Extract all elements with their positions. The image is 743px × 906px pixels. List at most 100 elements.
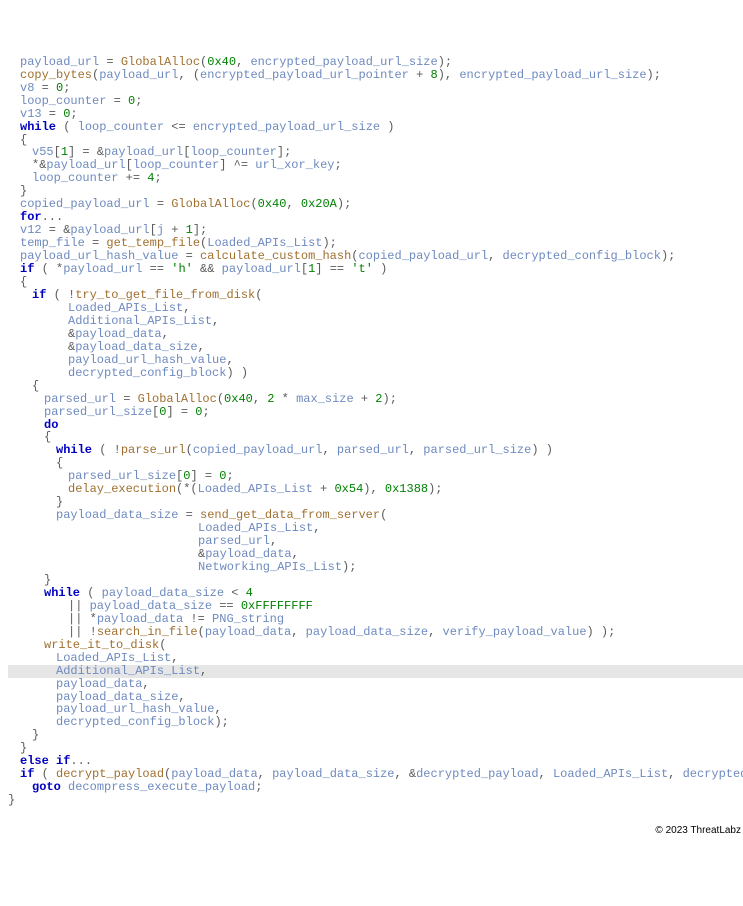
token-var: parsed_url_size bbox=[44, 405, 152, 419]
token-num: 2 bbox=[375, 392, 382, 406]
token-punc: = bbox=[150, 197, 172, 211]
token-fn: GlobalAlloc bbox=[138, 392, 217, 406]
token-punc: { bbox=[32, 379, 39, 393]
code-line: decrypted_config_block); bbox=[8, 716, 743, 729]
token-punc: , bbox=[270, 534, 277, 548]
token-var: decompress_execute_payload bbox=[68, 780, 255, 794]
token-kw: if bbox=[20, 767, 34, 781]
token-kw: while bbox=[56, 443, 92, 457]
token-var: decrypted_config_block bbox=[503, 249, 661, 263]
token-var: PNG_string bbox=[212, 612, 284, 626]
code-line: do bbox=[8, 419, 743, 432]
token-punc: } bbox=[32, 728, 39, 742]
token-punc: < bbox=[224, 586, 246, 600]
token-var: payload_data_size bbox=[75, 340, 197, 354]
token-punc: = bbox=[99, 55, 121, 69]
token-punc: ( bbox=[159, 638, 166, 652]
token-punc: ( bbox=[186, 443, 193, 457]
token-punc: ); bbox=[342, 560, 356, 574]
code-line: parsed_url_size[0] = 0; bbox=[8, 406, 743, 419]
token-num: 0x54 bbox=[334, 482, 363, 496]
token-punc: , bbox=[286, 197, 300, 211]
token-var: Networking_APIs_List bbox=[198, 560, 342, 574]
token-var: loop_counter bbox=[133, 158, 219, 172]
token-fn: copy_bytes bbox=[20, 68, 92, 82]
token-var: payload_data bbox=[171, 767, 257, 781]
token-var: payload_data_size bbox=[56, 690, 178, 704]
token-var: payload_data bbox=[56, 677, 142, 691]
code-line: Loaded_APIs_List, bbox=[8, 522, 743, 535]
token-punc: && bbox=[193, 262, 222, 276]
token-punc: == bbox=[142, 262, 171, 276]
token-punc: *& bbox=[32, 158, 46, 172]
token-punc: , bbox=[253, 392, 267, 406]
token-var: copied_payload_url bbox=[193, 443, 323, 457]
token-punc: , bbox=[171, 651, 178, 665]
token-punc: } bbox=[8, 793, 15, 807]
token-punc: ); bbox=[214, 715, 228, 729]
token-kw: for bbox=[20, 210, 42, 224]
token-fn: delay_execution bbox=[68, 482, 176, 496]
token-punc: [ bbox=[150, 223, 157, 237]
token-var: payload_url bbox=[20, 55, 99, 69]
token-punc: , bbox=[198, 340, 205, 354]
token-punc: != bbox=[183, 612, 212, 626]
token-punc: = bbox=[106, 94, 128, 108]
token-punc: || * bbox=[68, 612, 97, 626]
token-kw: do bbox=[44, 418, 58, 432]
token-var: Loaded_APIs_List bbox=[198, 482, 313, 496]
code-line: loop_counter += 4; bbox=[8, 172, 743, 185]
token-var: loop_counter bbox=[190, 145, 276, 159]
token-num: 0xFFFFFFFF bbox=[241, 599, 313, 613]
token-punc: ; bbox=[154, 171, 161, 185]
token-var: loop_counter bbox=[32, 171, 118, 185]
token-var: payload_url bbox=[104, 145, 183, 159]
token-var: parsed_url bbox=[337, 443, 409, 457]
token-punc: ( ! bbox=[46, 288, 75, 302]
token-punc: = bbox=[42, 107, 64, 121]
token-punc: ); bbox=[438, 55, 452, 69]
token-var: Loaded_APIs_List bbox=[198, 521, 313, 535]
token-punc: { bbox=[20, 133, 27, 147]
token-punc: [ bbox=[126, 158, 133, 172]
token-punc: ) ) bbox=[226, 366, 248, 380]
token-punc: += bbox=[118, 171, 147, 185]
code-line: loop_counter = 0; bbox=[8, 95, 743, 108]
token-var: payload_url bbox=[99, 68, 178, 82]
token-punc: , bbox=[291, 625, 305, 639]
token-punc: + bbox=[354, 392, 376, 406]
token-var: Loaded_APIs_List bbox=[68, 301, 183, 315]
token-var: parsed_url bbox=[44, 392, 116, 406]
token-punc: ]; bbox=[193, 223, 207, 237]
token-var: payload_data bbox=[205, 625, 291, 639]
token-punc: , bbox=[212, 314, 219, 328]
token-fn: send_get_data_from_server bbox=[200, 508, 380, 522]
token-var: decrypted_config_block bbox=[68, 366, 226, 380]
code-line: while ( loop_counter <= encrypted_payloa… bbox=[8, 121, 743, 134]
token-punc: , bbox=[409, 443, 423, 457]
token-var: parsed_url_size bbox=[68, 469, 176, 483]
token-str: 't' bbox=[351, 262, 373, 276]
code-line: if ( *payload_url == 'h' && payload_url[… bbox=[8, 263, 743, 276]
token-punc: (*( bbox=[176, 482, 198, 496]
token-var: v12 bbox=[20, 223, 42, 237]
token-var: payload_data_size bbox=[56, 508, 178, 522]
token-punc: ); bbox=[647, 68, 661, 82]
code-line: decrypted_config_block) ) bbox=[8, 367, 743, 380]
token-punc: ); bbox=[322, 236, 336, 250]
token-punc: ( bbox=[380, 508, 387, 522]
token-punc: ( ! bbox=[92, 443, 121, 457]
token-punc: ) ) bbox=[531, 443, 553, 457]
token-punc: , bbox=[258, 767, 272, 781]
code-listing: payload_url = GlobalAlloc(0x40, encrypte… bbox=[8, 56, 743, 807]
token-punc: ]; bbox=[277, 145, 291, 159]
token-punc: ( bbox=[255, 288, 262, 302]
token-var: temp_file bbox=[20, 236, 85, 250]
token-var: Loaded_APIs_List bbox=[553, 767, 668, 781]
code-line: &payload_data, bbox=[8, 548, 743, 561]
code-line: } bbox=[8, 729, 743, 742]
token-punc: } bbox=[20, 741, 27, 755]
token-punc: <= bbox=[164, 120, 193, 134]
token-punc: ( bbox=[217, 392, 224, 406]
token-num: 0x40 bbox=[224, 392, 253, 406]
